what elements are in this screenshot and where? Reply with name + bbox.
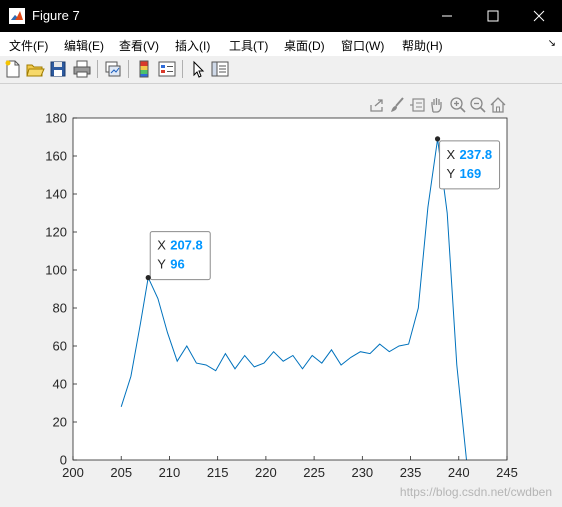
x-tick-label: 245 — [496, 465, 518, 480]
datatip-value: 237.8 — [460, 147, 493, 162]
x-tick-label: 240 — [448, 465, 470, 480]
y-tick-label: 100 — [45, 263, 67, 278]
x-tick-label: 230 — [351, 465, 373, 480]
datatip-value: 96 — [170, 257, 184, 272]
datatip-label: Y — [157, 257, 166, 272]
datatip-value: 169 — [460, 166, 482, 181]
y-tick-label: 60 — [53, 339, 67, 354]
y-tick-label: 180 — [45, 111, 67, 126]
y-tick-label: 160 — [45, 149, 67, 164]
x-tick-label: 235 — [400, 465, 422, 480]
datatip-label: X — [157, 238, 166, 253]
x-tick-label: 210 — [159, 465, 181, 480]
watermark-text: https://blog.csdn.net/cwdben — [399, 485, 552, 499]
datatip-marker — [434, 136, 441, 142]
datatip[interactable]: X 237.8 Y 169 — [434, 136, 501, 190]
y-tick-label: 80 — [53, 301, 67, 316]
y-tick-label: 40 — [53, 377, 67, 392]
line-chart[interactable]: 200 205 210 215 220 225 230 235 240 2450204060801… — [0, 0, 562, 507]
datatip[interactable]: X 207.8 Y 96 — [145, 231, 211, 281]
x-tick-label: 225 — [303, 465, 325, 480]
datatip-label: X — [447, 147, 456, 162]
datatip-marker — [145, 275, 151, 281]
x-tick-label: 215 — [207, 465, 229, 480]
y-tick-label: 20 — [53, 415, 67, 430]
y-tick-label: 140 — [45, 187, 67, 202]
x-tick-label: 205 — [110, 465, 132, 480]
datatip-label: Y — [447, 166, 456, 181]
datatip-value: 207.8 — [170, 238, 203, 253]
y-tick-label: 0 — [60, 453, 67, 468]
y-tick-label: 120 — [45, 225, 67, 240]
x-tick-label: 220 — [255, 465, 277, 480]
